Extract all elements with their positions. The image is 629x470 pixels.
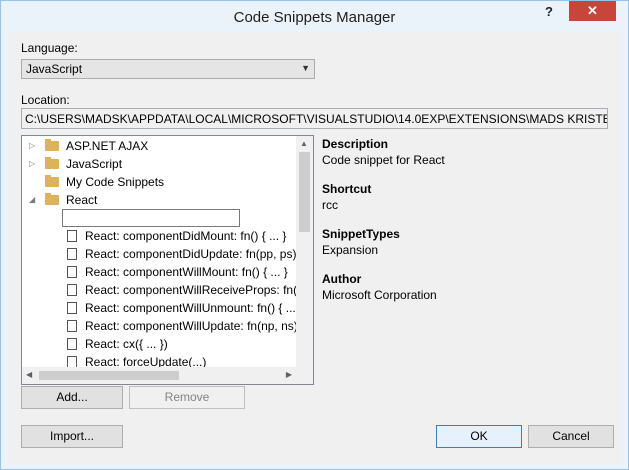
tree-snippet-row[interactable]: React: componentDidUpdate: fn(pp, ps) [22, 245, 296, 263]
shortcut-value: rcc [322, 198, 338, 212]
location-path-field[interactable]: C:\USERS\MADSK\APPDATA\LOCAL\MICROSOFT\V… [21, 108, 608, 129]
folder-icon [45, 157, 59, 169]
tree-snippet-row[interactable]: React: componentWillUpdate: fn(np, ns) [22, 317, 298, 335]
language-label: Language: [21, 41, 78, 55]
tree-vertical-scrollbar[interactable]: ▲ ▼ [296, 136, 313, 384]
tree-folder-row[interactable]: ▷ JavaScript [22, 155, 296, 173]
tree-snippet-row[interactable]: React: componentWillUnmount: fn() { ... [22, 299, 296, 317]
scroll-left-icon[interactable]: ◀ [26, 370, 32, 379]
scroll-up-icon[interactable]: ▲ [300, 139, 308, 148]
description-value: Code snippet for React [322, 153, 445, 167]
shortcut-heading: Shortcut [322, 182, 372, 196]
dialog-client-area: Language: JavaScript ▼ Location: C:\USER… [8, 32, 621, 463]
tree-snippet-label: React: componentWillReceiveProps: fn(n [85, 283, 304, 297]
tree-snippet-row[interactable]: React: componentWillMount: fn() { ... } [22, 263, 296, 281]
tree-snippet-row[interactable]: React: componentDidMount: fn() { ... } [22, 227, 296, 245]
tree-snippet-label: React: cx({ ... }) [85, 337, 168, 351]
code-snippets-manager-window: Code Snippets Manager ? ✕ Language: Java… [0, 0, 629, 470]
import-button[interactable]: Import... [21, 425, 123, 448]
snippet-file-icon [67, 248, 77, 260]
scroll-right-icon[interactable]: ▶ [286, 370, 292, 379]
add-button[interactable]: Add... [21, 386, 123, 409]
tree-folder-label: React [66, 193, 98, 207]
cancel-button[interactable]: Cancel [528, 425, 614, 448]
snippet-file-icon [67, 284, 77, 296]
expand-arrow-icon[interactable]: ▷ [29, 137, 39, 155]
tree-snippet-row[interactable]: React: componentWillReceiveProps: fn(n [22, 281, 304, 299]
folder-icon [45, 175, 59, 187]
description-heading: Description [322, 137, 389, 151]
tree-folder-row[interactable]: My Code Snippets [22, 173, 296, 191]
snippet-types-heading: SnippetTypes [322, 227, 400, 241]
help-button[interactable]: ? [536, 3, 562, 21]
snippet-tree[interactable]: React: component skeletonReact: componen… [21, 135, 314, 385]
tree-folder-label: JavaScript [66, 157, 123, 171]
tree-folder-row[interactable]: ▷ ASP.NET AJAX [22, 137, 296, 155]
tree-folder-label: ASP.NET AJAX [66, 139, 149, 153]
snippet-file-icon [67, 338, 77, 350]
ok-button[interactable]: OK [436, 425, 522, 448]
selection-highlight [62, 209, 240, 227]
chevron-down-icon: ▼ [301, 63, 310, 73]
folder-icon [45, 193, 59, 205]
location-label: Location: [21, 93, 70, 107]
language-dropdown[interactable]: JavaScript ▼ [21, 59, 315, 79]
author-heading: Author [322, 272, 362, 286]
snippet-types-value: Expansion [322, 243, 379, 257]
tree-snippet-label: React: componentDidMount: fn() { ... } [85, 229, 287, 243]
scroll-thumb[interactable] [299, 152, 310, 232]
snippet-details-panel: Description Code snippet for React Short… [320, 135, 608, 385]
folder-icon [45, 139, 59, 151]
tree-snippet-label: React: componentWillMount: fn() { ... } [85, 265, 288, 279]
scroll-thumb-horizontal[interactable] [39, 371, 179, 380]
remove-button[interactable]: Remove [129, 386, 245, 409]
window-title: Code Snippets Manager [233, 9, 396, 26]
tree-snippet-row[interactable]: React: cx({ ... }) [22, 335, 296, 353]
tree-snippet-label: React: componentWillUpdate: fn(np, ns) [85, 319, 298, 333]
author-value: Microsoft Corporation [322, 288, 437, 302]
tree-horizontal-scrollbar[interactable]: ◀ ▶ [22, 367, 296, 384]
tree-folder-row[interactable]: ◢ React [22, 191, 296, 209]
snippet-file-icon [67, 266, 77, 278]
tree-snippet-label: React: componentWillUnmount: fn() { ... [85, 301, 296, 315]
snippet-file-icon [67, 230, 77, 242]
title-bar[interactable]: Code Snippets Manager ? ✕ [1, 1, 628, 32]
snippet-file-icon [67, 320, 77, 332]
expand-arrow-icon[interactable]: ▷ [29, 155, 39, 173]
collapse-arrow-icon[interactable]: ◢ [29, 191, 39, 209]
tree-snippet-label: React: componentDidUpdate: fn(pp, ps) [85, 247, 297, 261]
close-button[interactable]: ✕ [569, 1, 616, 21]
snippet-file-icon [67, 302, 77, 314]
scrollbar-corner [296, 367, 313, 384]
tree-folder-label: My Code Snippets [66, 175, 165, 189]
language-selected-value: JavaScript [26, 62, 83, 76]
